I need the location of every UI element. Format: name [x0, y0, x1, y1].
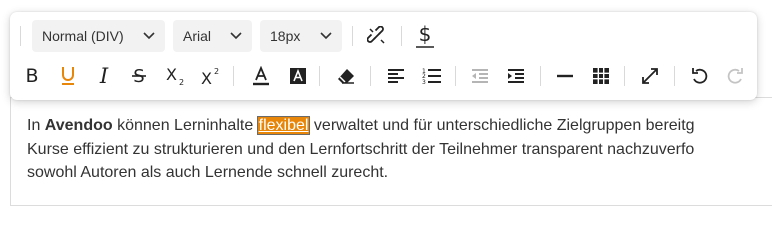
outdent-icon[interactable]	[466, 62, 494, 90]
redo-icon[interactable]	[721, 62, 749, 90]
toolbar-separator	[401, 26, 402, 46]
block-format-dropdown[interactable]: Normal (DIV)	[32, 20, 165, 52]
text-segment: können Lerninhalte	[112, 117, 258, 134]
unlink-icon[interactable]	[363, 22, 391, 50]
indent-icon[interactable]	[502, 62, 530, 90]
editor-content-area[interactable]: In Avendoo können Lerninhalte flexibel v…	[10, 97, 772, 206]
superscript-icon[interactable]: X2	[197, 62, 225, 90]
paragraph-line-2: Kurse effizient zu strukturieren und den…	[27, 140, 695, 158]
svg-text:$: $	[419, 23, 432, 46]
font-family-dropdown[interactable]: Arial	[173, 20, 252, 52]
svg-text:X: X	[166, 65, 177, 84]
font-color-icon[interactable]	[247, 62, 275, 90]
toolbar-separator	[674, 66, 675, 86]
toolbar-separator	[233, 66, 234, 86]
font-size-dropdown[interactable]: 18px	[260, 20, 342, 52]
background-color-icon[interactable]	[284, 62, 312, 90]
svg-text:2: 2	[214, 67, 219, 76]
table-icon[interactable]	[587, 62, 615, 90]
paragraph-line-1: In Avendoo können Lerninhalte flexibel v…	[27, 114, 772, 138]
align-left-icon[interactable]	[382, 62, 410, 90]
chevron-down-icon	[320, 32, 332, 40]
chevron-down-icon	[143, 32, 155, 40]
svg-text:2: 2	[179, 78, 184, 87]
toolbar-separator	[624, 66, 625, 86]
font-size-value: 18px	[270, 28, 301, 44]
toolbar-separator	[540, 66, 541, 86]
paragraph-line-3: sowohl Autoren als auch Lernende schnell…	[27, 164, 389, 181]
editor-text[interactable]: In Avendoo können Lerninhalte flexibel v…	[27, 114, 772, 185]
chevron-down-icon	[230, 32, 242, 40]
toolbar-separator	[352, 26, 353, 46]
bold-text: Avendoo	[44, 117, 113, 134]
svg-text:3: 3	[422, 79, 426, 85]
merge-field-dollar-icon[interactable]: $	[411, 22, 439, 50]
ordered-list-icon[interactable]: 123	[418, 62, 446, 90]
horizontal-line-icon[interactable]	[551, 62, 579, 90]
fullscreen-icon[interactable]	[636, 62, 664, 90]
italic-icon[interactable]: I	[90, 62, 118, 90]
toolbar-separator	[20, 26, 21, 46]
undo-icon[interactable]	[686, 62, 714, 90]
subscript-icon[interactable]: X2	[162, 62, 190, 90]
toolbar-separator	[319, 66, 320, 86]
text-segment: verwaltet und für unterschiedliche Zielg…	[309, 117, 695, 134]
text-segment: In	[27, 117, 45, 134]
selected-highlighted-text[interactable]: flexibel	[256, 116, 311, 135]
bold-icon[interactable]: B	[18, 62, 46, 90]
toolbar-separator	[455, 66, 456, 86]
underline-icon[interactable]	[54, 62, 82, 90]
toolbar-separator	[370, 66, 371, 86]
svg-text:X: X	[201, 69, 212, 87]
font-family-value: Arial	[183, 28, 212, 44]
block-format-value: Normal (DIV)	[42, 28, 124, 44]
strikethrough-icon[interactable]: S	[125, 62, 153, 90]
formatting-toolbar: Normal (DIV) Arial 18px $ B I S X2 X2 1 …	[10, 12, 757, 100]
clear-formatting-icon[interactable]	[332, 62, 360, 90]
